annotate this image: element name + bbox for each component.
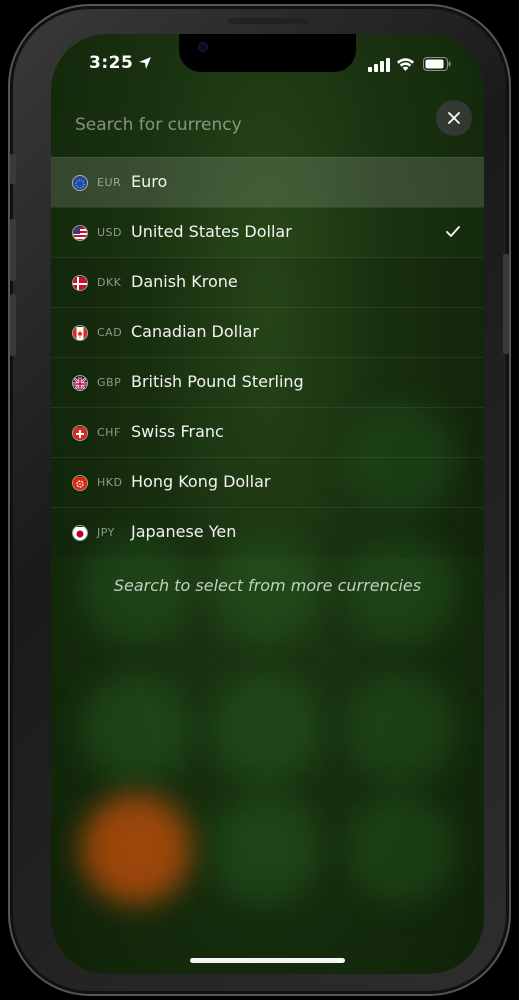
home-indicator[interactable]	[190, 958, 345, 963]
currency-code: EUR	[97, 176, 122, 189]
currency-name: Euro	[131, 172, 168, 191]
hk-flag-icon	[73, 476, 87, 490]
currency-name: United States Dollar	[131, 222, 292, 241]
battery-icon	[423, 57, 451, 71]
currency-name: Swiss Franc	[131, 422, 224, 441]
ca-flag-icon	[73, 326, 87, 340]
search-input[interactable]	[73, 109, 407, 141]
camera	[198, 42, 208, 52]
volume-down-button	[10, 294, 16, 356]
checkmark-icon	[446, 226, 460, 237]
currency-name: Danish Krone	[131, 272, 238, 291]
wifi-icon	[397, 58, 414, 71]
currency-code: USD	[97, 226, 123, 239]
close-icon	[448, 112, 460, 124]
blurred-key	[211, 794, 321, 904]
blurred-key	[346, 674, 456, 784]
currency-row-eur[interactable]: EUR Euro	[51, 157, 484, 207]
currency-row-cad[interactable]: CAD Canadian Dollar	[51, 307, 484, 357]
power-button	[503, 254, 509, 354]
notch	[179, 34, 356, 72]
currency-code: CHF	[97, 426, 121, 439]
mute-switch	[10, 154, 16, 184]
currency-row-jpy[interactable]: JPY Japanese Yen	[51, 507, 484, 557]
jp-flag-icon	[73, 526, 87, 540]
cellular-signal-icon	[368, 58, 390, 72]
currency-code: GBP	[97, 376, 122, 389]
currency-row-dkk[interactable]: DKK Danish Krone	[51, 257, 484, 307]
currency-code: CAD	[97, 326, 123, 339]
currency-name: Hong Kong Dollar	[131, 472, 271, 491]
currency-code: JPY	[97, 526, 115, 539]
volume-up-button	[10, 219, 16, 281]
status-time: 3:25	[89, 53, 134, 73]
search-bar	[51, 99, 484, 157]
dk-flag-icon	[73, 276, 87, 290]
location-arrow-icon	[139, 57, 151, 69]
currency-row-hkd[interactable]: HKD Hong Kong Dollar	[51, 457, 484, 507]
blurred-key	[81, 674, 191, 784]
currency-code: HKD	[97, 476, 123, 489]
blurred-key	[81, 794, 191, 904]
phone-frame: 3:25 Search for currency EUR Euro USD Un…	[8, 4, 511, 996]
ch-flag-icon	[73, 426, 87, 440]
us-flag-icon	[73, 226, 87, 240]
currency-name: British Pound Sterling	[131, 372, 304, 391]
currency-code: DKK	[97, 276, 122, 289]
close-button[interactable]	[436, 100, 472, 136]
currency-list: EUR Euro USD United States Dollar DKK Da…	[51, 157, 484, 557]
more-currencies-hint: Search to select from more currencies	[113, 576, 422, 595]
eu-flag-icon	[73, 176, 87, 190]
currency-name: Canadian Dollar	[131, 322, 259, 341]
blurred-key	[211, 674, 321, 784]
gb-flag-icon	[73, 376, 87, 390]
currency-row-usd[interactable]: USD United States Dollar	[51, 207, 484, 257]
currency-name: Japanese Yen	[131, 522, 237, 541]
currency-row-gbp[interactable]: GBP British Pound Sterling	[51, 357, 484, 407]
blurred-key	[346, 794, 456, 904]
currency-row-chf[interactable]: CHF Swiss Franc	[51, 407, 484, 457]
speaker	[228, 18, 308, 24]
screen: 3:25 Search for currency EUR Euro USD Un…	[51, 34, 484, 974]
